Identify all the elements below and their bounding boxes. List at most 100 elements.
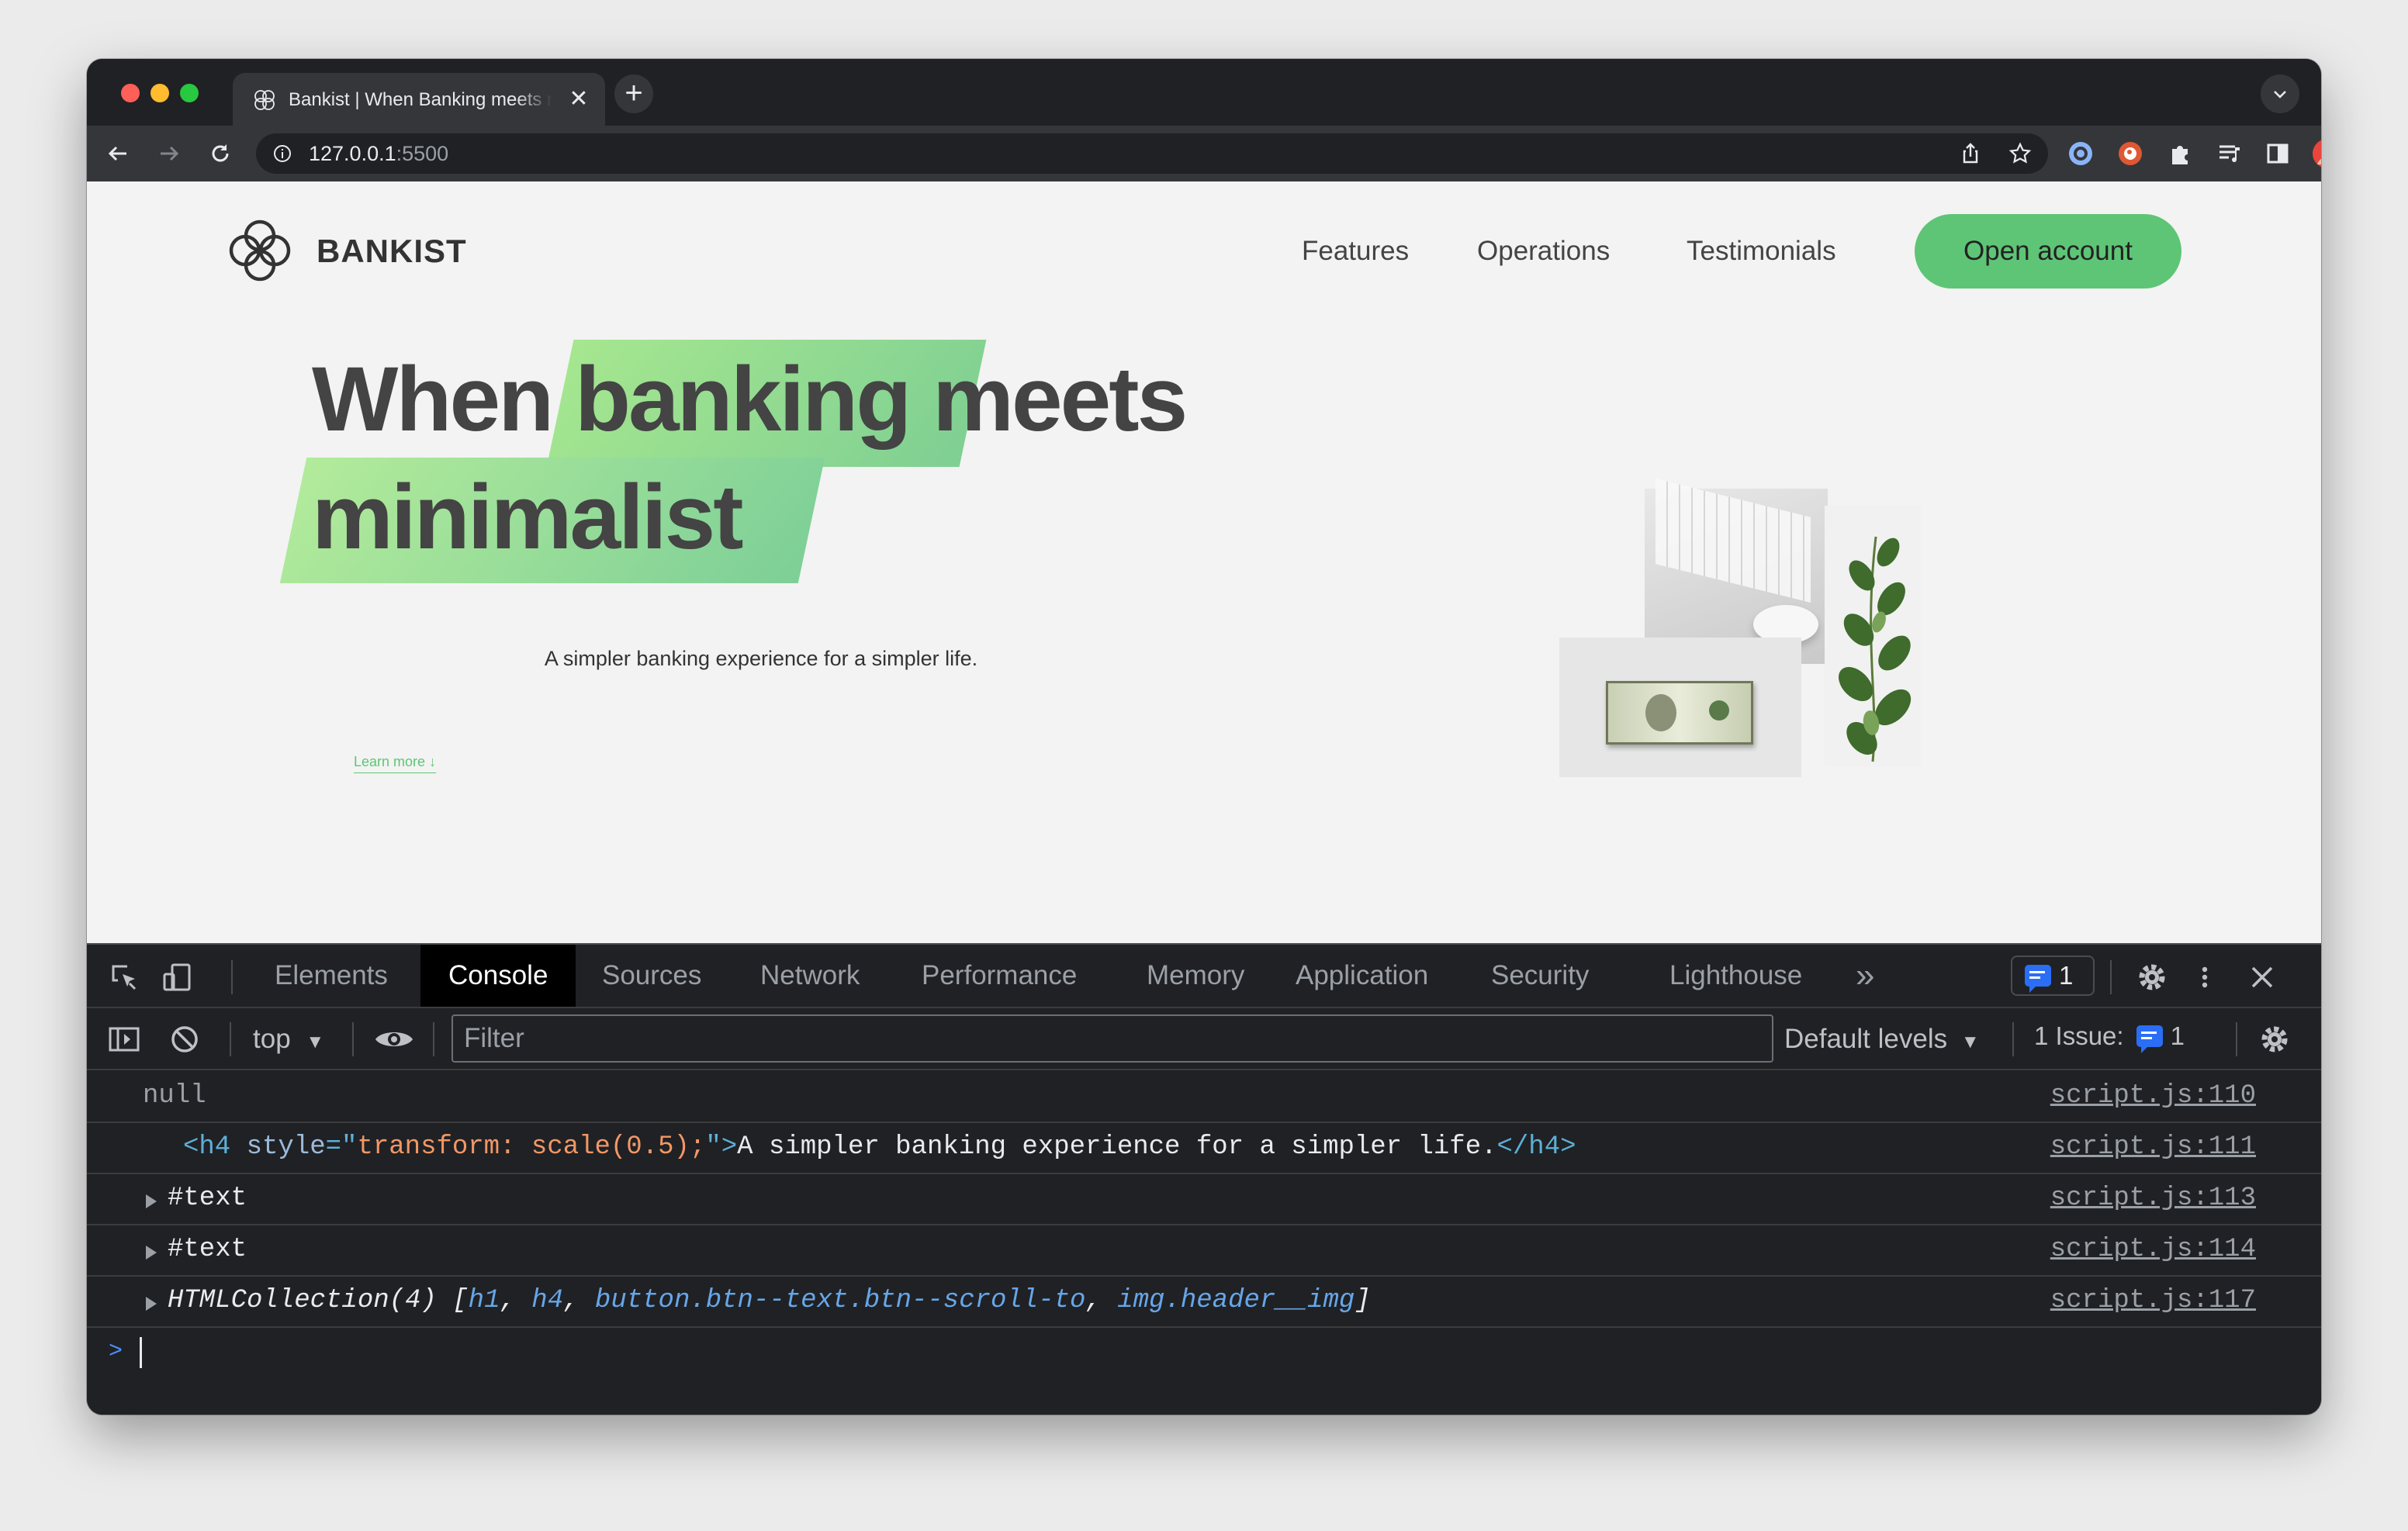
messages-badge[interactable]: 1	[2011, 956, 2095, 996]
nav-link-testimonials[interactable]: Testimonials	[1687, 236, 1836, 267]
console-filter-input[interactable]: Filter	[452, 1014, 1773, 1063]
bookmark-star-icon[interactable]	[2008, 141, 2033, 166]
source-link[interactable]: script.js:110	[2050, 1081, 2256, 1111]
tab-elements[interactable]: Elements	[275, 945, 388, 1007]
profile-avatar-icon[interactable]	[2312, 138, 2321, 169]
console-token: img.header__img	[1117, 1286, 1355, 1315]
device-toolbar-icon[interactable]	[160, 960, 194, 994]
console-message-row: null script.js:110	[87, 1072, 2321, 1123]
expand-triangle-icon[interactable]	[146, 1297, 157, 1311]
tab-strip: Bankist | When Banking meets minimalist …	[87, 59, 2321, 126]
message-icon	[2136, 1025, 2163, 1054]
source-link[interactable]: script.js:113	[2050, 1184, 2256, 1213]
console-output: null script.js:110 <h4 style="transform: s…	[87, 1072, 2321, 1328]
console-message-row[interactable]: #text script.js:114	[87, 1225, 2321, 1277]
reload-button[interactable]	[203, 137, 237, 171]
context-label: top	[253, 1024, 291, 1054]
console-filter-bar: top ▼ Filter Default levels ▼ 1 Issue: 1	[87, 1008, 2321, 1070]
open-account-button[interactable]: Open account	[1915, 214, 2181, 289]
inspect-element-icon[interactable]	[107, 960, 141, 994]
console-message-row[interactable]: #text script.js:113	[87, 1174, 2321, 1225]
log-levels-dropdown[interactable]: Default levels ▼	[1784, 1008, 1980, 1070]
address-bar[interactable]: 127.0.0.1:5500	[256, 133, 2048, 174]
tab-memory[interactable]: Memory	[1147, 945, 1244, 1007]
divider	[352, 1022, 354, 1056]
console-token: h4	[531, 1286, 564, 1315]
divider	[231, 960, 233, 994]
tab-lighthouse[interactable]: Lighthouse	[1669, 945, 1802, 1007]
console-message-text: #text	[168, 1184, 247, 1213]
tab-sources[interactable]: Sources	[602, 945, 701, 1007]
close-devtools-icon[interactable]	[2245, 960, 2279, 994]
info-icon[interactable]	[273, 144, 292, 163]
bankist-logo-icon[interactable]	[225, 216, 295, 285]
console-message-row[interactable]: HTMLCollection(4) [h1, h4, button.btn--t…	[87, 1277, 2321, 1328]
side-panel-icon[interactable]	[2264, 140, 2292, 168]
logo-text[interactable]: BANKIST	[317, 233, 467, 270]
console-message-text: #text	[168, 1235, 247, 1264]
minimize-window-button[interactable]	[150, 84, 169, 102]
tab-title: Bankist | When Banking meets minimalist	[289, 89, 552, 110]
expand-triangle-icon[interactable]	[146, 1194, 157, 1208]
learn-more-button[interactable]: Learn more ↓	[354, 754, 437, 773]
log-levels-label: Default levels	[1784, 1024, 1948, 1054]
headline-line-1: When banking meets	[312, 354, 1188, 445]
forward-button[interactable]	[152, 137, 186, 171]
source-link[interactable]: script.js:114	[2050, 1235, 2256, 1264]
tab-application[interactable]: Application	[1296, 945, 1428, 1007]
dropdown-triangle-icon: ▼	[306, 1032, 325, 1052]
tab-network[interactable]: Network	[760, 945, 860, 1007]
hero-plant-image	[1825, 506, 1921, 766]
tab-search-button[interactable]	[2261, 74, 2299, 113]
console-token: transform: scale(0.5);	[357, 1132, 706, 1162]
back-button[interactable]	[101, 137, 135, 171]
extension-duck-icon[interactable]	[2116, 140, 2144, 168]
console-message-text: null	[143, 1081, 206, 1111]
headline-word-banking: banking	[574, 348, 912, 451]
browser-toolbar: 127.0.0.1:5500	[87, 126, 2321, 181]
arrow-right-icon	[161, 146, 179, 161]
console-token: h1	[468, 1286, 500, 1315]
console-token: A simpler banking experience for a simpl…	[737, 1132, 1497, 1162]
console-token: HTMLCollection(4) [	[168, 1286, 469, 1315]
divider	[433, 1022, 434, 1056]
tab-performance[interactable]: Performance	[922, 945, 1077, 1007]
url-host: 127.0.0.1	[309, 142, 396, 165]
puzzle-extensions-icon[interactable]	[2166, 140, 2194, 168]
close-window-button[interactable]	[121, 84, 140, 102]
share-icon[interactable]	[1958, 141, 1983, 166]
new-tab-button[interactable]: +	[614, 74, 653, 113]
divider	[2236, 1022, 2237, 1056]
url-text: 127.0.0.1:5500	[309, 133, 448, 174]
expand-triangle-icon[interactable]	[146, 1246, 157, 1260]
hero-dollar-bill-image	[1559, 638, 1801, 777]
divider	[2012, 1022, 2014, 1056]
settings-gear-icon[interactable]	[2135, 960, 2169, 994]
source-link[interactable]: script.js:117	[2050, 1286, 2256, 1315]
source-link[interactable]: script.js:111	[2050, 1132, 2256, 1162]
tab-security[interactable]: Security	[1491, 945, 1589, 1007]
live-expression-eye-icon[interactable]	[372, 1022, 416, 1056]
zoom-window-button[interactable]	[180, 84, 199, 102]
browser-tab[interactable]: Bankist | When Banking meets minimalist …	[233, 73, 605, 126]
tab-console[interactable]: Console	[420, 945, 576, 1007]
media-queue-icon[interactable]	[2216, 140, 2244, 168]
console-message-text: HTMLCollection(4) [h1, h4, button.btn--t…	[168, 1286, 1371, 1315]
context-selector[interactable]: top ▼	[253, 1008, 324, 1070]
tab-close-icon[interactable]: ✕	[566, 87, 591, 112]
console-settings-gear-icon[interactable]	[2258, 1022, 2292, 1056]
extension-globe-icon[interactable]	[2067, 140, 2095, 168]
console-prompt[interactable]: >	[87, 1329, 2321, 1376]
message-icon	[2025, 965, 2051, 994]
page-viewport: BANKIST Features Operations Testimonials…	[87, 181, 2321, 943]
more-tabs-chevron-icon[interactable]: »	[1856, 945, 1874, 1007]
nav-link-operations[interactable]: Operations	[1477, 236, 1610, 267]
kebab-menu-icon[interactable]	[2195, 960, 2214, 994]
clear-console-icon[interactable]	[168, 1022, 202, 1056]
nav-link-features[interactable]: Features	[1302, 236, 1409, 267]
sidebar-toggle-icon[interactable]	[107, 1022, 141, 1056]
issues-count: 1	[2170, 1021, 2185, 1050]
console-token: ="	[325, 1132, 358, 1162]
issues-counter[interactable]: 1 Issue: 1	[2017, 1018, 2220, 1058]
divider	[230, 1022, 231, 1056]
